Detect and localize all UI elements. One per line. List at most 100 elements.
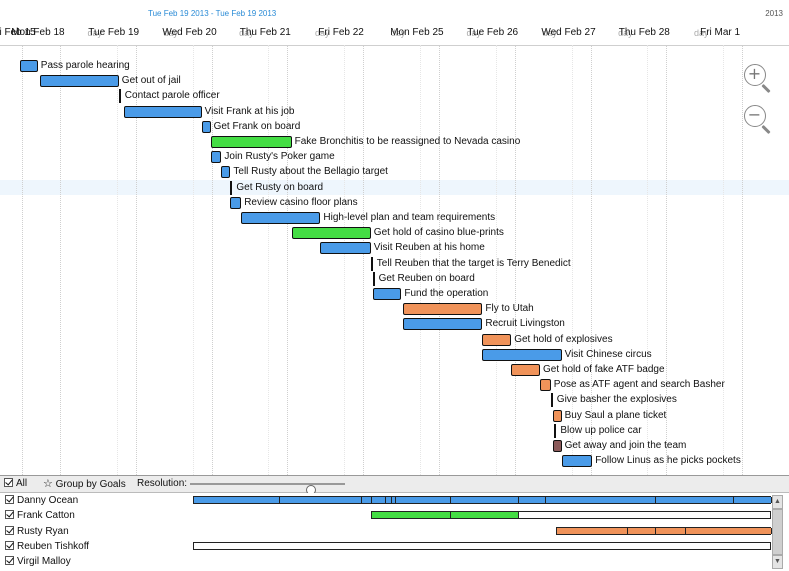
- all-label: All: [16, 478, 28, 489]
- task-bar[interactable]: [230, 196, 242, 209]
- zoom-handle: [761, 124, 771, 135]
- task-bar[interactable]: [241, 212, 321, 224]
- gridline: [666, 45, 668, 475]
- header-date-label: Tue Feb 19: [88, 27, 140, 38]
- scroll-down-arrow[interactable]: ▼: [772, 555, 783, 569]
- resource-name: Virgil Malloy: [17, 556, 71, 568]
- resource-usage-segment: [361, 497, 372, 503]
- task-label: Give basher the explosives: [556, 394, 677, 406]
- gridline: [59, 45, 61, 475]
- task-bar[interactable]: [39, 75, 119, 88]
- task-bar[interactable]: [550, 393, 553, 408]
- resource-usage-segment: [385, 497, 393, 503]
- task-label: Tell Reuben that the target is Terry Ben…: [376, 257, 571, 269]
- task-label: Join Rusty's Poker game: [224, 151, 335, 163]
- task-bar[interactable]: [540, 379, 551, 392]
- resource-usage-segment: [371, 512, 451, 519]
- task-bar[interactable]: [482, 333, 512, 346]
- task-bar[interactable]: [561, 455, 593, 468]
- task-label: High-level plan and team requirements: [323, 212, 496, 223]
- timeline-header: Tue Feb 19 2013 - Tue Feb 19 2013 2013 F…: [0, 0, 789, 46]
- task-bar[interactable]: [210, 151, 222, 164]
- resource-checkbox[interactable]: Danny Ocean: [5, 494, 78, 508]
- resource-row[interactable]: Virgil Malloy: [0, 554, 789, 570]
- resource-row[interactable]: Danny Ocean: [0, 493, 789, 509]
- resource-checkbox[interactable]: Reuben Tishkoff: [5, 540, 89, 554]
- header-date-label: Wed Feb 27: [541, 27, 596, 38]
- task-bar[interactable]: [372, 288, 402, 300]
- selection-range-label: Tue Feb 19 2013 - Tue Feb 19 2013: [148, 9, 277, 18]
- group-by-goals-toggle[interactable]: ☆ Group by Goals: [43, 477, 126, 492]
- gridline: [116, 45, 118, 475]
- task-label: Get hold of explosives: [514, 333, 613, 345]
- checkbox-checked-icon: [4, 478, 13, 487]
- resource-usage-segment: [655, 527, 687, 534]
- zoom-in-button[interactable]: +: [744, 64, 771, 94]
- gantt-app: Tue Feb 19 2013 - Tue Feb 19 2013 2013 F…: [0, 0, 789, 571]
- header-date-label: Thu Feb 21: [239, 27, 291, 38]
- task-bar[interactable]: [482, 348, 562, 361]
- resource-checkbox[interactable]: Frank Catton: [5, 509, 75, 523]
- star-icon: ☆: [43, 477, 53, 490]
- task-label: Recruit Livingston: [485, 318, 565, 330]
- checkbox-checked-icon: [5, 540, 14, 550]
- task-bar[interactable]: [124, 105, 202, 118]
- zoom-out-icon: −: [747, 105, 762, 124]
- resolution-slider[interactable]: [190, 483, 345, 495]
- task-label: Contact parole officer: [124, 90, 220, 102]
- header-date-label: Fri Feb 22: [318, 27, 364, 38]
- task-label: Pass parole hearing: [40, 60, 130, 71]
- task-bar[interactable]: [554, 423, 557, 438]
- task-bar[interactable]: [552, 409, 562, 422]
- resource-usage-segment: [450, 512, 519, 519]
- task-bar[interactable]: [19, 60, 38, 72]
- gridline: [723, 45, 725, 475]
- toolbar: All ☆ Group by Goals Resolution:: [0, 475, 789, 495]
- resource-checkbox[interactable]: Virgil Malloy: [5, 555, 71, 569]
- task-bar[interactable]: [552, 440, 562, 452]
- checkbox-checked-icon: [5, 525, 14, 535]
- task-bar[interactable]: [230, 180, 233, 195]
- task-bar[interactable]: [372, 271, 375, 286]
- task-label: Tell Rusty about the Bellagio target: [233, 166, 388, 178]
- resource-name: Rusty Ryan: [17, 525, 69, 537]
- task-bar[interactable]: [291, 227, 371, 240]
- header-date-label: Mon Feb 25: [390, 27, 444, 38]
- task-label: Visit Frank at his job: [204, 105, 295, 117]
- resource-row[interactable]: Rusty Ryan: [0, 524, 789, 540]
- task-label: Review casino floor plans: [244, 196, 358, 208]
- scroll-up-arrow[interactable]: ▲: [772, 495, 783, 509]
- task-bar[interactable]: [320, 242, 371, 255]
- resource-usage-segment: [686, 527, 772, 534]
- task-label: Get Reuben on board: [378, 272, 475, 284]
- resource-checkbox[interactable]: Rusty Ryan: [5, 525, 69, 539]
- task-label: Get hold of casino blue-prints: [373, 227, 504, 239]
- task-bar[interactable]: [201, 120, 211, 133]
- resource-usage-segment: [279, 497, 362, 503]
- task-bar[interactable]: [370, 256, 373, 271]
- resource-row[interactable]: Reuben Tishkoff: [0, 539, 789, 555]
- checkbox-checked-icon: [5, 556, 14, 566]
- zoom-handle: [761, 83, 771, 94]
- resource-row[interactable]: Frank Catton: [0, 508, 789, 524]
- task-bar[interactable]: [511, 364, 540, 376]
- resource-usage-segment: [450, 497, 519, 503]
- zoom-out-button[interactable]: −: [744, 105, 771, 135]
- gridline: [344, 45, 346, 475]
- task-label: Get hold of fake ATF badge: [543, 364, 665, 375]
- gantt-chart-area[interactable]: Pass parole hearing Get out of jail Contac…: [0, 45, 789, 475]
- group-by-goals-label: Group by Goals: [55, 479, 126, 490]
- task-label: Fund the operation: [404, 288, 489, 299]
- resource-usage-bar: [370, 511, 519, 520]
- resource-usage-segment: [734, 497, 772, 503]
- task-bar[interactable]: [403, 303, 483, 316]
- task-bar[interactable]: [221, 166, 231, 179]
- scrollbar-thumb[interactable]: [772, 509, 783, 555]
- all-checkbox[interactable]: All: [4, 477, 27, 491]
- task-bar[interactable]: [403, 318, 483, 331]
- task-bar[interactable]: [118, 89, 121, 104]
- task-bar[interactable]: [210, 136, 292, 148]
- resource-usage-segment: [194, 497, 280, 503]
- task-label: Pose as ATF agent and search Basher: [553, 379, 725, 391]
- task-label: Get away and join the team: [564, 440, 687, 451]
